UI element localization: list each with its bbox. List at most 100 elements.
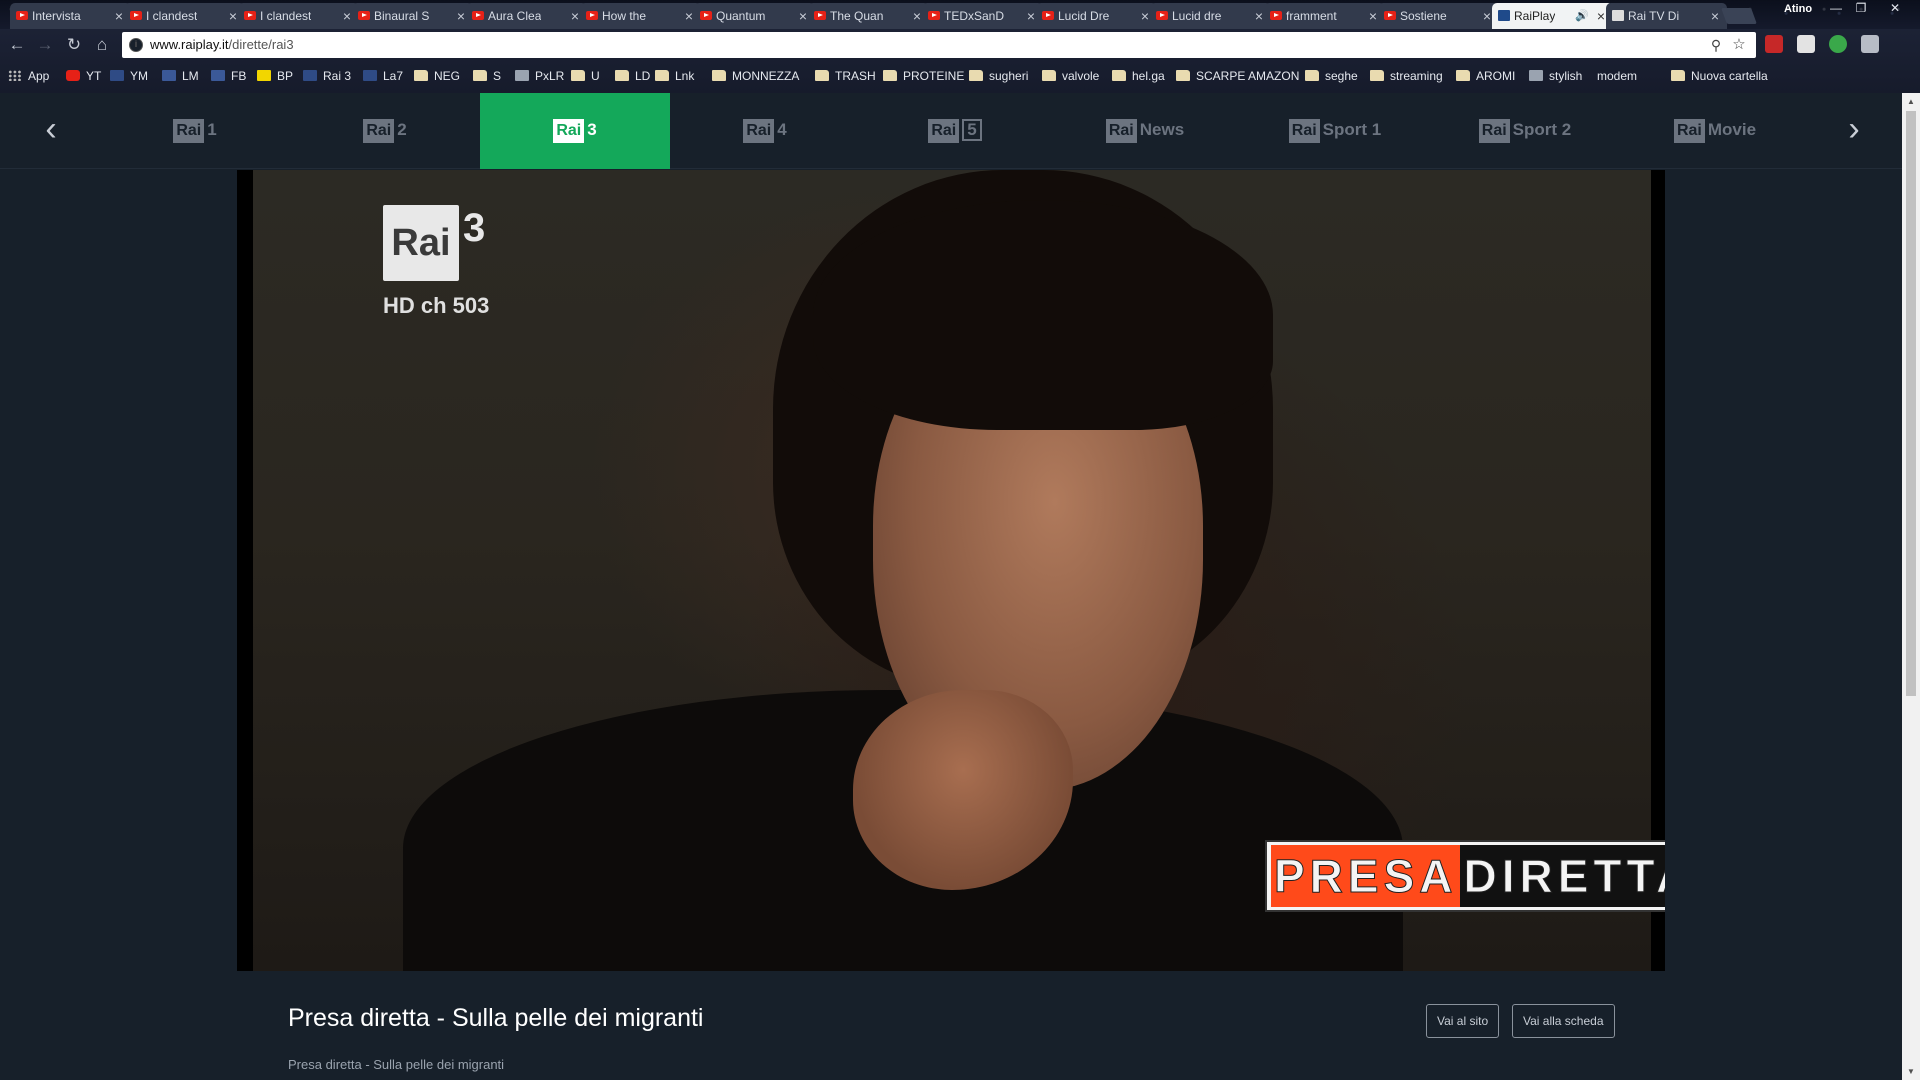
channel-tab[interactable]: Rai 1 [100, 93, 290, 169]
bookmark-item[interactable]: La7 [363, 63, 403, 89]
bookmark-item[interactable]: YT [66, 63, 101, 89]
channel-tab[interactable]: Rai 5 [860, 93, 1050, 169]
carousel-prev-button[interactable]: ‹ [33, 111, 69, 151]
browser-tab[interactable]: Rai TV Di × [1606, 3, 1727, 29]
bookmark-item[interactable]: LD [615, 63, 650, 89]
tab-close-icon[interactable]: × [1369, 3, 1377, 29]
browser-tab[interactable]: framment × [1264, 3, 1385, 29]
tab-close-icon[interactable]: × [115, 3, 123, 29]
video-player[interactable]: Rai3 HD ch 503 PRESADIRETTA [237, 170, 1665, 971]
bookmark-star-icon[interactable]: ☆ [1729, 35, 1749, 55]
bookmark-item[interactable]: SCARPE AMAZON [1176, 63, 1299, 89]
tab-active[interactable]: RaiPlay × 🔊 [1492, 3, 1613, 29]
tab-close-icon[interactable]: × [1597, 3, 1605, 29]
extension-grey-icon[interactable] [1861, 35, 1879, 53]
tab-close-icon[interactable]: × [1255, 3, 1263, 29]
scroll-down-icon[interactable]: ▼ [1902, 1063, 1920, 1080]
tab-close-icon[interactable]: × [571, 3, 579, 29]
page-scrollbar[interactable]: ▲ ▼ [1902, 93, 1920, 1080]
site-info-icon[interactable]: i [129, 38, 143, 52]
back-button[interactable]: ← [5, 33, 29, 57]
browser-tab[interactable]: I clandest × [238, 3, 359, 29]
bookmark-item[interactable]: sugheri [969, 63, 1028, 89]
new-tab-button[interactable] [1721, 8, 1757, 24]
tab-close-icon[interactable]: × [913, 3, 921, 29]
bookmark-item[interactable]: FB [211, 63, 246, 89]
channel-tab[interactable]: Rai Sport 1 [1240, 93, 1430, 169]
vai-alla-scheda-button[interactable]: Vai alla scheda [1512, 1004, 1615, 1038]
tab-label: Lucid dre [1172, 9, 1222, 23]
browser-tab[interactable]: Lucid dre × [1150, 3, 1271, 29]
channel-tab[interactable]: Rai 4 [670, 93, 860, 169]
minimize-button[interactable]: — [1825, 0, 1847, 18]
tab-close-icon[interactable]: × [1027, 3, 1035, 29]
youtube-icon [1384, 11, 1396, 20]
vai-al-sito-button[interactable]: Vai al sito [1426, 1004, 1500, 1038]
bookmark-item[interactable]: PxLR [515, 63, 564, 89]
browser-tab[interactable]: How the × [580, 3, 701, 29]
bookmark-item[interactable]: AROMI [1456, 63, 1515, 89]
bookmark-item[interactable]: S [473, 63, 501, 89]
channel-tab[interactable]: Rai Movie [1620, 93, 1810, 169]
browser-toolbar: ← → ↻ ⌂ i www.raiplay.it/dirette/rai3 ⚲ … [0, 29, 1920, 93]
bookmark-item[interactable]: TRASH [815, 63, 876, 89]
bookmark-item[interactable]: MONNEZZA [712, 63, 799, 89]
extension-stylish-icon[interactable] [1797, 35, 1815, 53]
channel-tab[interactable]: Rai 2 [290, 93, 480, 169]
tab-close-icon[interactable]: × [1141, 3, 1149, 29]
restore-button[interactable]: ❐ [1850, 0, 1872, 18]
scrollbar-thumb[interactable] [1906, 111, 1916, 696]
channel-tab[interactable]: Rai 3 [480, 93, 670, 169]
bookmark-item[interactable]: streaming [1370, 63, 1443, 89]
bookmark-item[interactable]: valvole [1042, 63, 1099, 89]
browser-tab[interactable]: TEDxSanD × [922, 3, 1043, 29]
zoom-icon[interactable]: ⚲ [1706, 35, 1726, 55]
browser-tab[interactable]: Intervista × [10, 3, 131, 29]
browser-tab[interactable]: Aura Clea × [466, 3, 587, 29]
bookmark-item[interactable]: Rai 3 [303, 63, 351, 89]
bookmark-item[interactable]: BP [257, 63, 293, 89]
bookmark-item[interactable]: seghe [1305, 63, 1358, 89]
tab-close-icon[interactable]: × [799, 3, 807, 29]
browser-tab[interactable]: I clandest × [124, 3, 245, 29]
bookmark-item[interactable]: Nuova cartella [1671, 63, 1768, 89]
home-button[interactable]: ⌂ [90, 33, 114, 57]
speaker-icon[interactable]: 🔊 [1575, 3, 1589, 29]
address-bar[interactable]: i www.raiplay.it/dirette/rai3 ⚲ ☆ [122, 32, 1756, 58]
browser-tab[interactable]: Sostiene × [1378, 3, 1499, 29]
bookmark-item[interactable]: U [571, 63, 600, 89]
bookmark-item[interactable]: PROTEINE [883, 63, 964, 89]
bookmark-item[interactable]: LM [162, 63, 199, 89]
tab-close-icon[interactable]: × [457, 3, 465, 29]
video-frame[interactable]: Rai3 HD ch 503 PRESADIRETTA [253, 170, 1665, 971]
carousel-next-button[interactable]: › [1836, 111, 1872, 151]
browser-tab[interactable]: Binaural S × [352, 3, 473, 29]
browser-tab[interactable]: The Quan × [808, 3, 929, 29]
channel-tab[interactable]: Rai Sport 2 [1430, 93, 1620, 169]
tab-close-icon[interactable]: × [343, 3, 351, 29]
extension-adblock-icon[interactable] [1765, 35, 1783, 53]
extension-green-icon[interactable] [1829, 35, 1847, 53]
channel-tab[interactable]: Rai News [1050, 93, 1240, 169]
channel-brand: Rai [173, 119, 205, 143]
close-window-button[interactable]: ✕ [1884, 0, 1906, 18]
tab-close-icon[interactable]: × [229, 3, 237, 29]
tab-close-icon[interactable]: × [1483, 3, 1491, 29]
browser-tab[interactable]: Quantum × [694, 3, 815, 29]
bookmark-item[interactable]: stylish [1529, 63, 1582, 89]
forward-button[interactable]: → [33, 33, 57, 57]
bookmark-item[interactable]: App [8, 63, 49, 89]
profile-name[interactable]: Atino [1778, 0, 1818, 18]
tab-close-icon[interactable]: × [685, 3, 693, 29]
reload-button[interactable]: ↻ [62, 33, 86, 57]
tab-close-icon[interactable]: × [1711, 3, 1719, 29]
bookmark-item[interactable]: YM [110, 63, 148, 89]
folder-icon [615, 70, 629, 81]
bookmark-item[interactable]: NEG [414, 63, 460, 89]
browser-tab[interactable]: Lucid Dre × [1036, 3, 1157, 29]
bookmark-item[interactable]: modem [1597, 63, 1637, 89]
scroll-up-icon[interactable]: ▲ [1902, 93, 1920, 110]
bookmark-item[interactable]: Lnk [655, 63, 694, 89]
bookmark-item[interactable]: hel.ga [1112, 63, 1165, 89]
address-url[interactable]: www.raiplay.it/dirette/rai3 [150, 32, 294, 58]
